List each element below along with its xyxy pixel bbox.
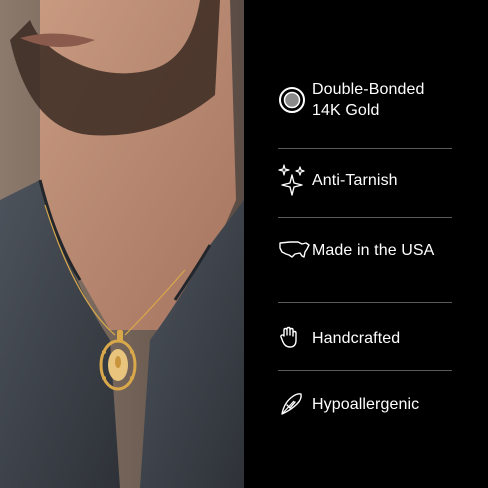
- circle-ring-icon: [278, 86, 312, 114]
- feature-panel: Double-Bonded 14K Gold Anti-Tarnish Made…: [244, 0, 488, 488]
- feature-handcrafted: Handcrafted: [278, 326, 453, 350]
- feather-check-icon: [278, 391, 312, 417]
- feature-hypoallergenic: Hypoallergenic: [278, 391, 453, 417]
- feature-label: Double-Bonded 14K Gold: [312, 81, 425, 119]
- feature-label: Made in the USA: [312, 241, 435, 259]
- model-photo: [0, 0, 244, 488]
- feature-label: Handcrafted: [312, 329, 401, 347]
- divider: [278, 302, 452, 303]
- feature-gold: Double-Bonded 14K Gold: [278, 79, 453, 121]
- feature-label: Hypoallergenic: [312, 395, 420, 413]
- hand-icon: [278, 326, 312, 350]
- product-feature-card: Double-Bonded 14K Gold Anti-Tarnish Made…: [0, 0, 488, 488]
- sparkles-icon: [278, 163, 312, 197]
- divider: [278, 370, 452, 371]
- divider: [278, 217, 452, 218]
- feature-anti-tarnish: Anti-Tarnish: [278, 163, 453, 197]
- feature-made-in-usa: Made in the USA: [278, 239, 453, 261]
- model-illustration: [0, 0, 244, 488]
- divider: [278, 148, 452, 149]
- usa-map-icon: [278, 239, 312, 261]
- feature-label: Anti-Tarnish: [312, 171, 398, 189]
